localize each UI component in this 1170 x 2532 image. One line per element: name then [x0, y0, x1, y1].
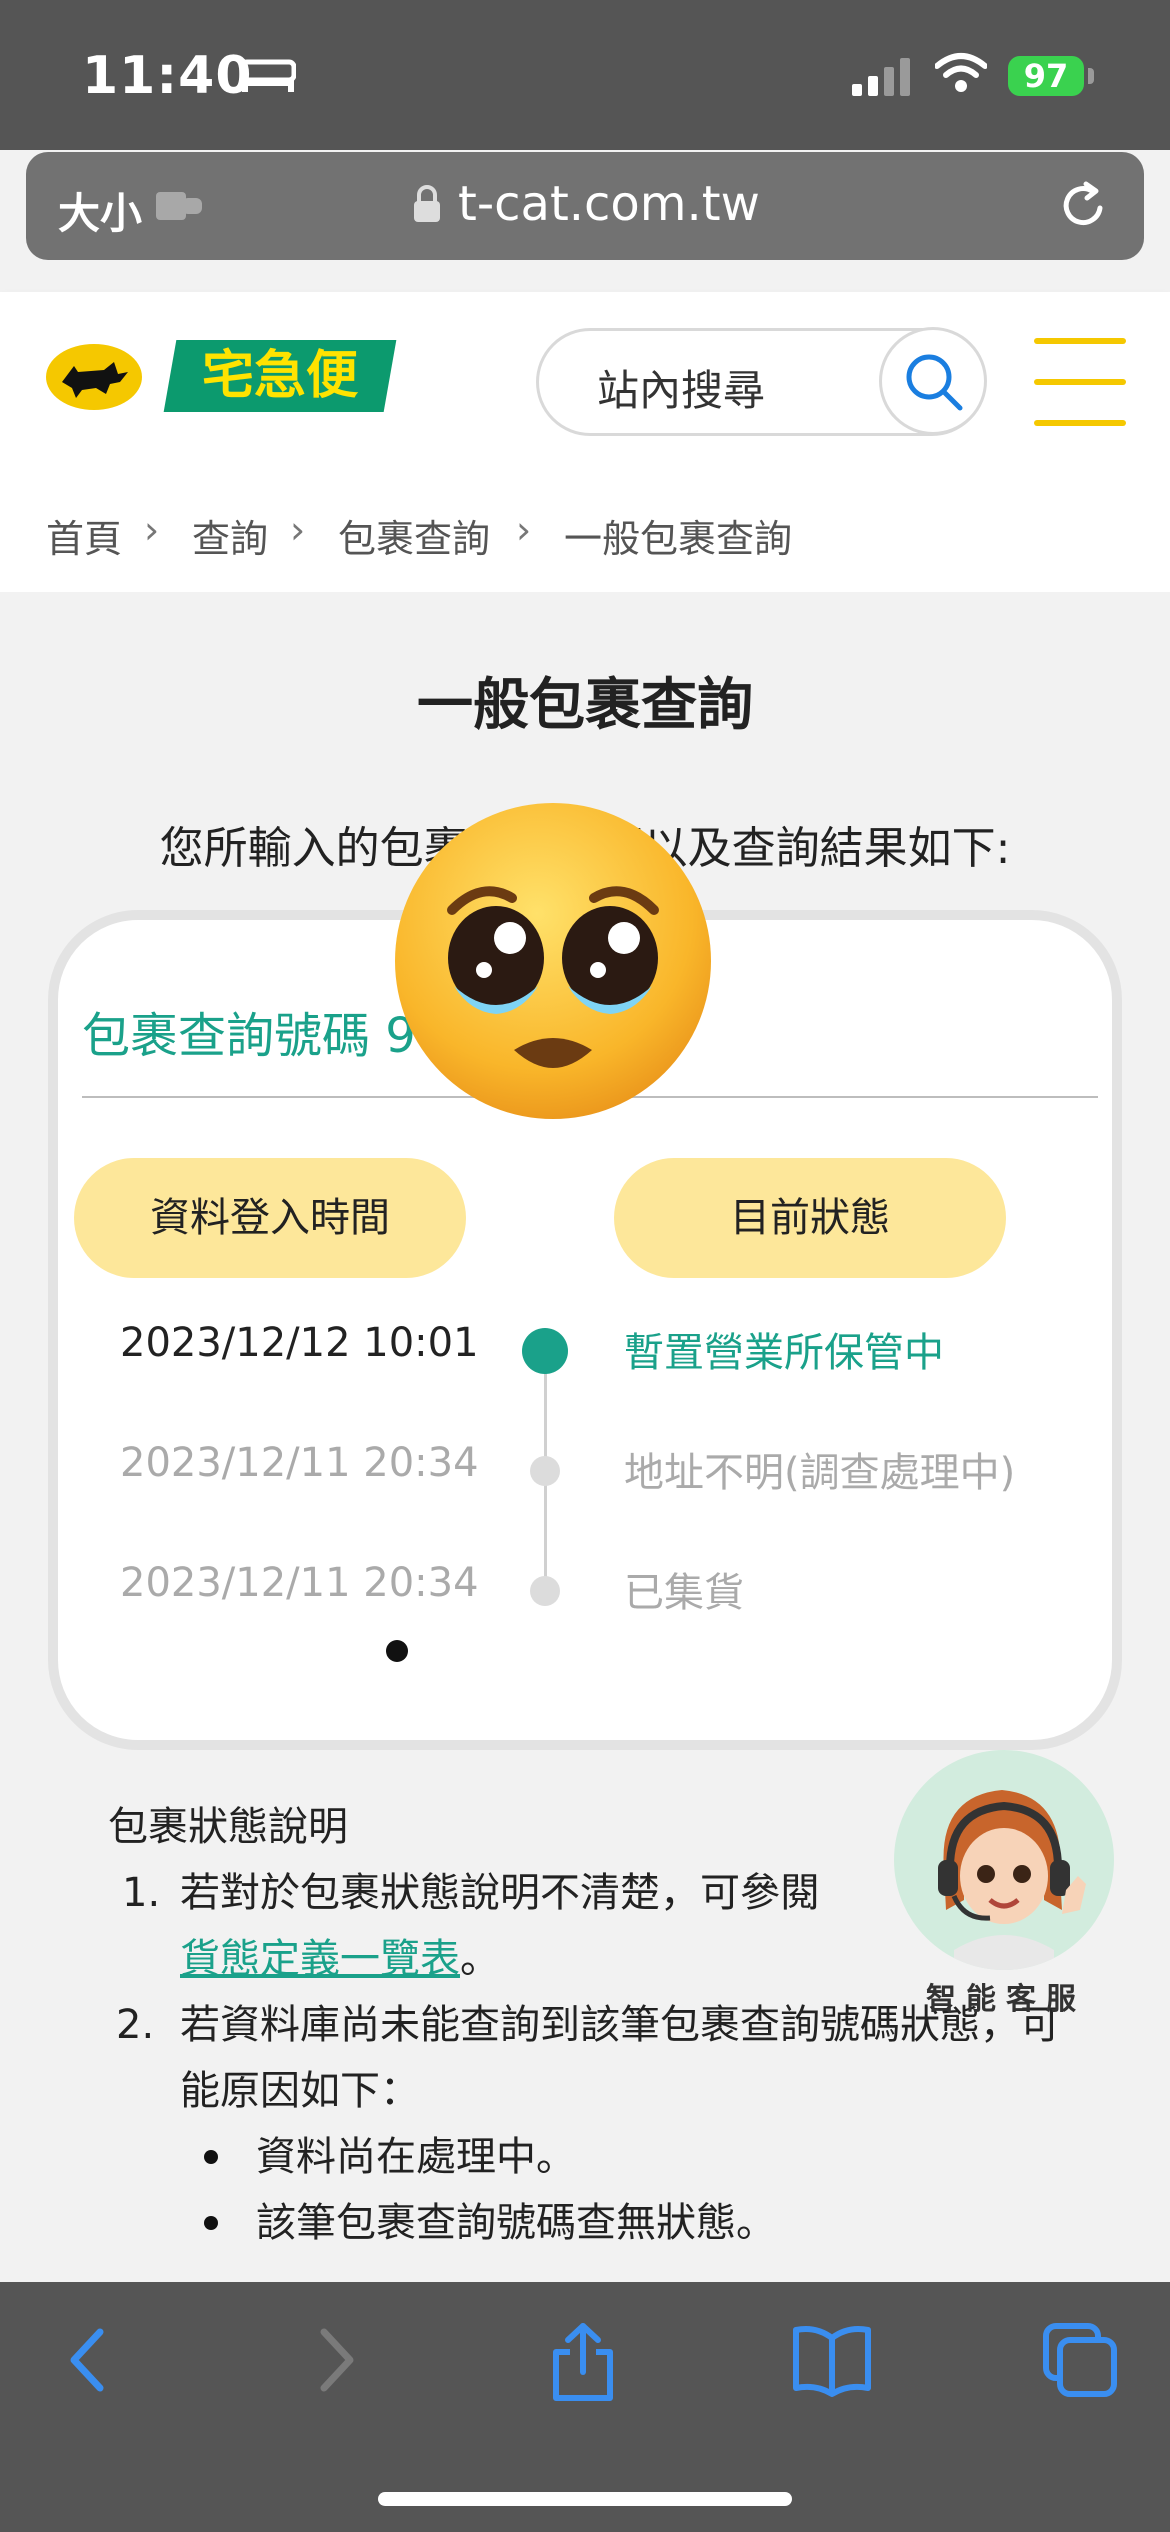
breadcrumb: 首頁 › 查詢 › 包裹查詢 › 一般包裹查詢: [0, 472, 1170, 592]
status-time: 11:40: [82, 46, 253, 106]
note-number: 2.: [116, 2002, 155, 2048]
home-indicator[interactable]: [378, 2492, 792, 2506]
pager-dot[interactable]: [386, 1640, 408, 1662]
search-box[interactable]: 站內搜尋: [536, 327, 987, 436]
battery-cap: [1088, 68, 1094, 84]
chevron-right-icon: ›: [290, 508, 306, 552]
bed-icon: [240, 59, 296, 92]
note-text: 若對於包裹狀態說明不清楚，可參閱: [180, 1870, 820, 1916]
page-title: 一般包裹查詢: [417, 673, 753, 738]
note-text: 能原因如下：: [180, 2068, 420, 2114]
tabs-icon[interactable]: [1042, 2322, 1118, 2398]
row-status: 暫置營業所保管中: [624, 1330, 944, 1376]
breadcrumb-package-query[interactable]: 包裹查詢: [338, 508, 490, 563]
row-status: 地址不明(調查處理中): [624, 1450, 1016, 1496]
smart-assistant-button[interactable]: [894, 1750, 1114, 1970]
pleading-face-emoji: [395, 803, 711, 1119]
column-header-time: 資料登入時間: [74, 1158, 466, 1278]
url-text[interactable]: t-cat.com.tw: [458, 176, 760, 232]
assistant-avatar-icon: [938, 1790, 1086, 1970]
share-icon[interactable]: [548, 2322, 618, 2402]
black-cat-logo-icon[interactable]: [44, 342, 144, 412]
row-time: 2023/12/12 10:01: [120, 1320, 479, 1366]
address-bar[interactable]: 大小 t-cat.com.tw: [26, 152, 1144, 260]
bookmarks-icon[interactable]: [792, 2322, 872, 2398]
note-text-end: 。: [460, 1936, 500, 1982]
extension-icon[interactable]: [156, 188, 206, 224]
bullet-text: 資料尚在處理中。: [256, 2134, 576, 2180]
breadcrumb-home[interactable]: 首頁: [46, 508, 122, 563]
bullet-item: 資料尚在處理中。: [108, 2124, 1108, 2190]
bullet-dot: [204, 2150, 218, 2164]
lock-icon: [414, 185, 440, 222]
text-size-button[interactable]: 大小: [58, 180, 142, 241]
forward-icon[interactable]: [312, 2322, 362, 2398]
chevron-right-icon: ›: [516, 508, 532, 552]
timeline-dot: [530, 1576, 560, 1606]
bullet-dot: [204, 2216, 218, 2230]
wifi-icon: [935, 53, 987, 92]
chevron-right-icon: ›: [144, 508, 160, 552]
column-header-status: 目前狀態: [614, 1158, 1006, 1278]
row-status: 已集貨: [624, 1570, 744, 1616]
status-bar: 11:40 97: [0, 0, 1170, 150]
timeline-dot: [530, 1456, 560, 1486]
tracking-number-label: 包裹查詢號碼 9: [82, 1008, 416, 1064]
row-time: 2023/12/11 20:34: [120, 1560, 479, 1606]
battery-indicator: 97: [1008, 56, 1084, 96]
search-icon: [906, 354, 963, 411]
signal-icon: [852, 58, 910, 96]
row-time: 2023/12/11 20:34: [120, 1440, 479, 1486]
status-definition-link[interactable]: 貨態定義一覽表: [180, 1936, 460, 1982]
menu-icon[interactable]: [1034, 338, 1126, 430]
search-input[interactable]: 站內搜尋: [597, 357, 765, 418]
logo-text: 宅急便: [201, 345, 358, 406]
bullet-item: 該筆包裹查詢號碼查無狀態。: [108, 2190, 1108, 2256]
breadcrumb-query[interactable]: 查詢: [192, 508, 268, 563]
site-header: 宅急便 站內搜尋: [0, 292, 1170, 472]
back-icon[interactable]: [62, 2322, 112, 2398]
assistant-label[interactable]: 智能客服: [926, 1974, 1086, 2018]
takkyubin-logo[interactable]: 宅急便: [163, 340, 397, 412]
breadcrumb-current: 一般包裹查詢: [564, 517, 793, 561]
search-button[interactable]: [879, 327, 987, 435]
timeline-dot-current: [522, 1328, 568, 1374]
reload-icon[interactable]: [1056, 178, 1112, 234]
note-number: 1.: [122, 1870, 161, 1916]
bullet-text: 該筆包裹查詢號碼查無狀態。: [256, 2200, 776, 2246]
